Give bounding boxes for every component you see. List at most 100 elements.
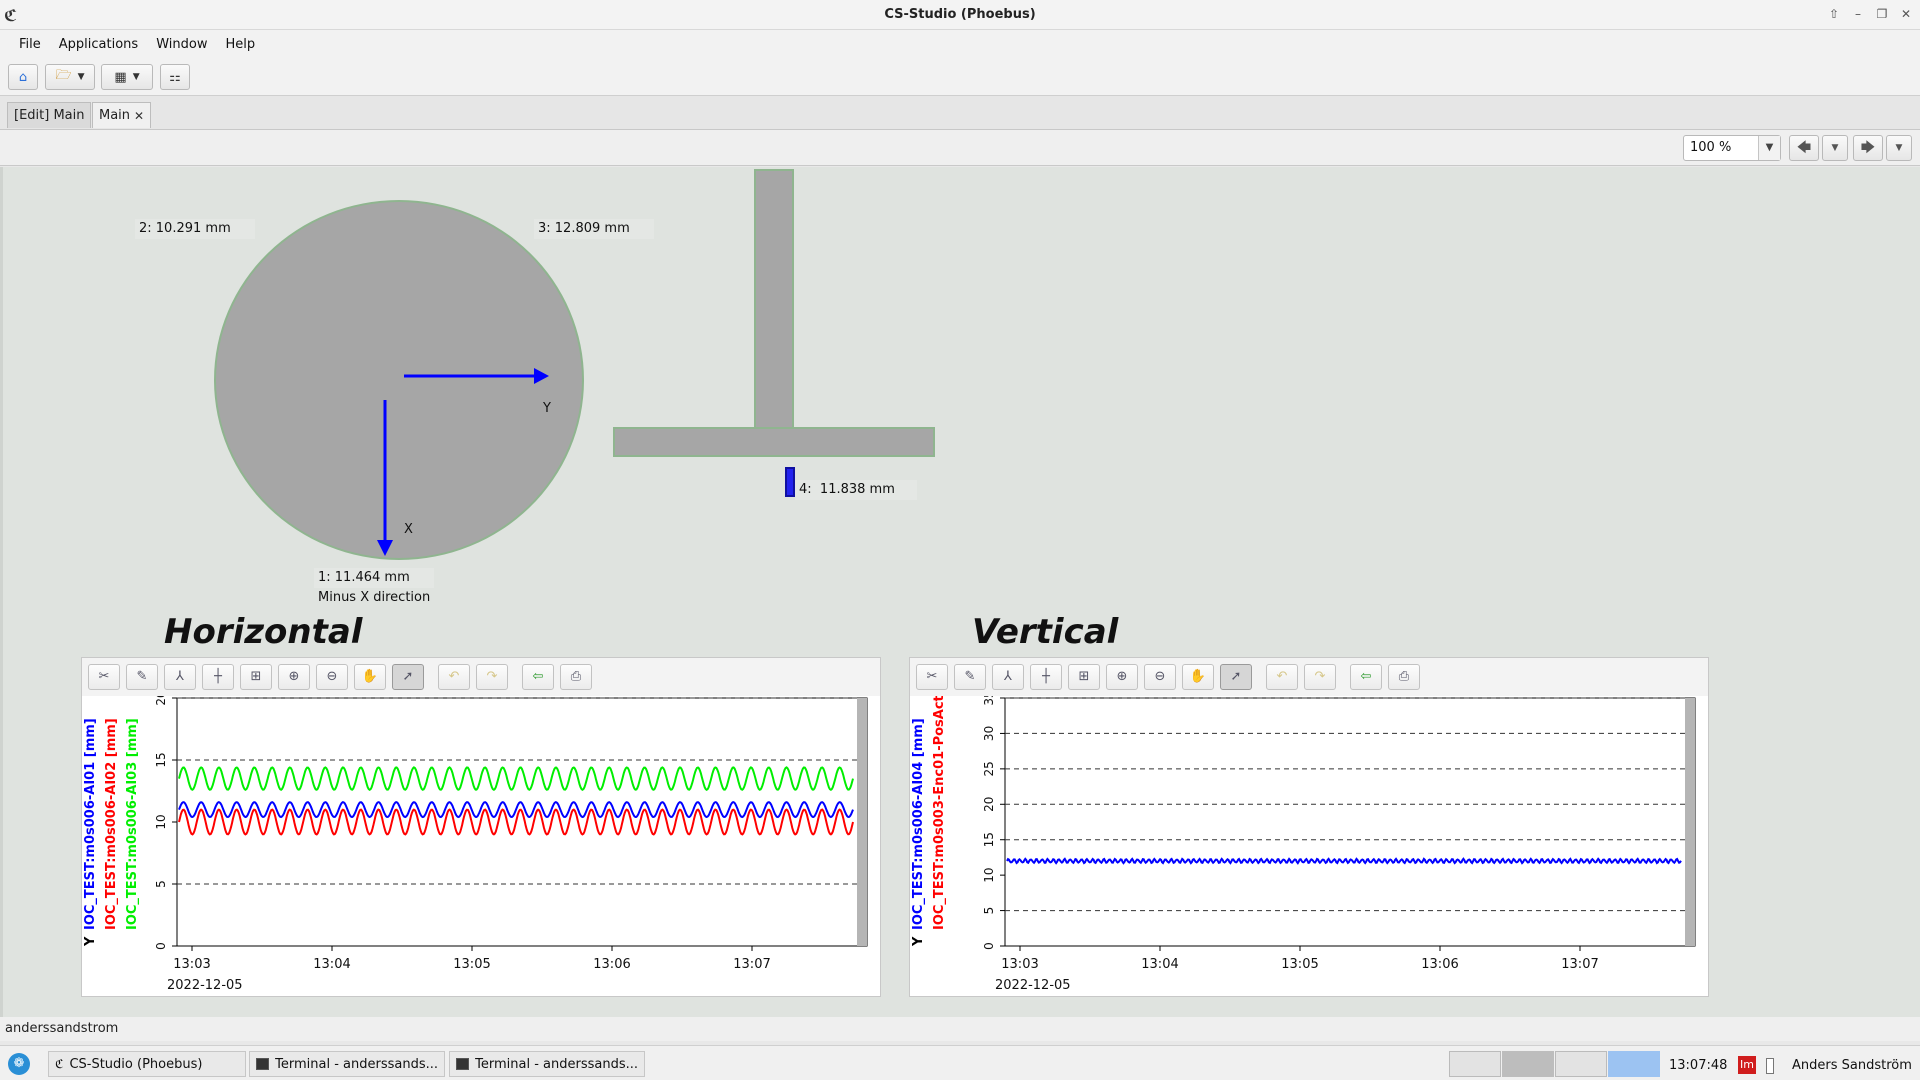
axis-prefix: Y bbox=[83, 936, 98, 947]
redo-button[interactable]: ↷ bbox=[476, 664, 508, 690]
snapshot-icon: ⎙ bbox=[570, 669, 582, 684]
edit-button[interactable]: ✎ bbox=[126, 664, 158, 690]
pointer-button[interactable]: ➚ bbox=[392, 664, 424, 690]
y-tick-label: 0 bbox=[154, 942, 168, 950]
zoom-out-icon: ⊖ bbox=[326, 669, 338, 684]
status-bar: anderssandstrom bbox=[0, 1017, 1920, 1041]
pointer-icon: ➚ bbox=[1230, 669, 1242, 684]
y-tick-label: 35 bbox=[982, 696, 996, 706]
snapshot-button[interactable]: ⎙ bbox=[560, 664, 592, 690]
annotation-button[interactable]: ⅄ bbox=[992, 664, 1024, 690]
edit-icon: ✎ bbox=[136, 669, 148, 684]
start-menu-icon[interactable]: ❁ bbox=[8, 1053, 30, 1075]
edit-button[interactable]: ✎ bbox=[954, 664, 986, 690]
plot-scrollbar[interactable] bbox=[1685, 698, 1695, 946]
crosshair-button[interactable]: ┼ bbox=[202, 664, 234, 690]
menu-applications[interactable]: Applications bbox=[50, 37, 147, 52]
vertical-title: Vertical bbox=[972, 612, 1119, 652]
configure-icon: ✂ bbox=[926, 669, 938, 684]
forward-history-button[interactable]: ▼ bbox=[1886, 135, 1912, 161]
stagger-button[interactable]: ⊞ bbox=[240, 664, 272, 690]
y-axis-letter: Y bbox=[543, 401, 551, 416]
back-button[interactable]: ⇦ bbox=[522, 664, 554, 690]
task-label: Terminal - anderssands... bbox=[275, 1056, 438, 1072]
axis-series-label: IOC_TEST:m0s006-AI02 [mm] bbox=[104, 718, 119, 930]
shade-icon[interactable]: ⇧ bbox=[1826, 6, 1842, 22]
chevron-down-icon: ▼ bbox=[1831, 143, 1839, 153]
redo-button[interactable]: ↷ bbox=[1304, 664, 1336, 690]
close-icon[interactable]: ✕ bbox=[134, 109, 144, 123]
zoom-out-button[interactable]: ⊖ bbox=[1144, 664, 1176, 690]
x-tick-label: 13:07 bbox=[1561, 957, 1598, 972]
home-button[interactable]: ⌂ bbox=[8, 64, 38, 90]
zoom-value: 100 % bbox=[1690, 140, 1732, 155]
sensor-1-readout: 1: 11.464 mm bbox=[314, 568, 434, 588]
back-button[interactable]: 🡄 bbox=[1789, 135, 1819, 161]
series-line bbox=[1006, 857, 1682, 865]
undo-button[interactable]: ↶ bbox=[438, 664, 470, 690]
sensor-4-indicator bbox=[785, 467, 795, 497]
open-button[interactable]: 🗁 ▼ bbox=[45, 64, 95, 90]
pan-button[interactable]: ✋ bbox=[354, 664, 386, 690]
zoom-out-button[interactable]: ⊖ bbox=[316, 664, 348, 690]
tab-main[interactable]: Main ✕ bbox=[92, 102, 152, 128]
configure-button[interactable]: ✂ bbox=[916, 664, 948, 690]
workspace-4[interactable] bbox=[1608, 1051, 1660, 1077]
layout-button[interactable]: ▦ ▼ bbox=[101, 64, 153, 90]
menu-help[interactable]: Help bbox=[216, 37, 264, 52]
zoom-in-button[interactable]: ⊕ bbox=[1106, 664, 1138, 690]
t-beam-vertical bbox=[754, 169, 794, 429]
keyboard-layout-icon[interactable]: Im bbox=[1738, 1056, 1756, 1074]
annotation-button[interactable]: ⅄ bbox=[164, 664, 196, 690]
pan-icon: ✋ bbox=[361, 669, 379, 684]
sensor-3-readout: 3: 12.809 mm bbox=[534, 219, 654, 239]
tab-edit-main[interactable]: [Edit] Main bbox=[7, 102, 92, 128]
task-terminal-2[interactable]: Terminal - anderssands... bbox=[449, 1051, 645, 1077]
stagger-icon: ⊞ bbox=[1078, 669, 1090, 684]
zoom-in-button[interactable]: ⊕ bbox=[278, 664, 310, 690]
workspace-1[interactable] bbox=[1449, 1051, 1501, 1077]
taskbar: ❁ ℭ CS-Studio (Phoebus) Terminal - ander… bbox=[0, 1045, 1920, 1080]
plot-scrollbar[interactable] bbox=[857, 698, 867, 946]
pan-button[interactable]: ✋ bbox=[1182, 664, 1214, 690]
x-tick-label: 13:03 bbox=[173, 957, 210, 972]
tab-bar: [Edit] Main Main ✕ bbox=[0, 96, 1920, 130]
pan-icon: ✋ bbox=[1189, 669, 1207, 684]
menu-window[interactable]: Window bbox=[147, 37, 216, 52]
x-tick-label: 13:06 bbox=[593, 957, 630, 972]
annotation-icon: ⅄ bbox=[176, 669, 184, 684]
annotation-icon: ⅄ bbox=[1004, 669, 1012, 684]
undo-button[interactable]: ↶ bbox=[1266, 664, 1298, 690]
tree-button[interactable]: ⚏ bbox=[160, 64, 190, 90]
stagger-button[interactable]: ⊞ bbox=[1068, 664, 1100, 690]
workspace-2[interactable] bbox=[1502, 1051, 1554, 1077]
display-canvas: Y X 2: 10.291 mm 3: 12.809 mm 1: 11.464 … bbox=[0, 167, 1920, 1017]
minimize-icon[interactable]: – bbox=[1850, 6, 1866, 22]
back-icon: ⇦ bbox=[532, 669, 544, 684]
t-beam-horizontal bbox=[613, 427, 935, 457]
status-user: anderssandstrom bbox=[5, 1021, 119, 1036]
workspace-3[interactable] bbox=[1555, 1051, 1607, 1077]
forward-button[interactable]: 🡆 bbox=[1853, 135, 1883, 161]
undo-icon: ↶ bbox=[448, 669, 460, 684]
zoom-select[interactable]: 100 % ▼ bbox=[1683, 135, 1781, 161]
y-tick-label: 20 bbox=[154, 696, 168, 706]
title-bar: ℭ CS-Studio (Phoebus) ⇧ – ❐ ✕ bbox=[0, 0, 1920, 30]
configure-icon: ✂ bbox=[98, 669, 110, 684]
task-terminal-1[interactable]: Terminal - anderssands... bbox=[249, 1051, 445, 1077]
back-button[interactable]: ⇦ bbox=[1350, 664, 1382, 690]
crosshair-button[interactable]: ┼ bbox=[1030, 664, 1062, 690]
tab-label: Main bbox=[99, 108, 131, 123]
configure-button[interactable]: ✂ bbox=[88, 664, 120, 690]
pointer-button[interactable]: ➚ bbox=[1220, 664, 1252, 690]
maximize-icon[interactable]: ❐ bbox=[1874, 6, 1890, 22]
snapshot-button[interactable]: ⎙ bbox=[1388, 664, 1420, 690]
zoom-in-icon: ⊕ bbox=[1116, 669, 1128, 684]
y-tick-label: 10 bbox=[982, 868, 996, 883]
folder-icon: 🗁 bbox=[55, 68, 72, 83]
close-icon[interactable]: ✕ bbox=[1898, 6, 1914, 22]
task-cs-studio[interactable]: ℭ CS-Studio (Phoebus) bbox=[48, 1051, 246, 1077]
back-history-button[interactable]: ▼ bbox=[1822, 135, 1848, 161]
window-controls: ⇧ – ❐ ✕ bbox=[1826, 6, 1914, 22]
menu-file[interactable]: File bbox=[10, 37, 50, 52]
